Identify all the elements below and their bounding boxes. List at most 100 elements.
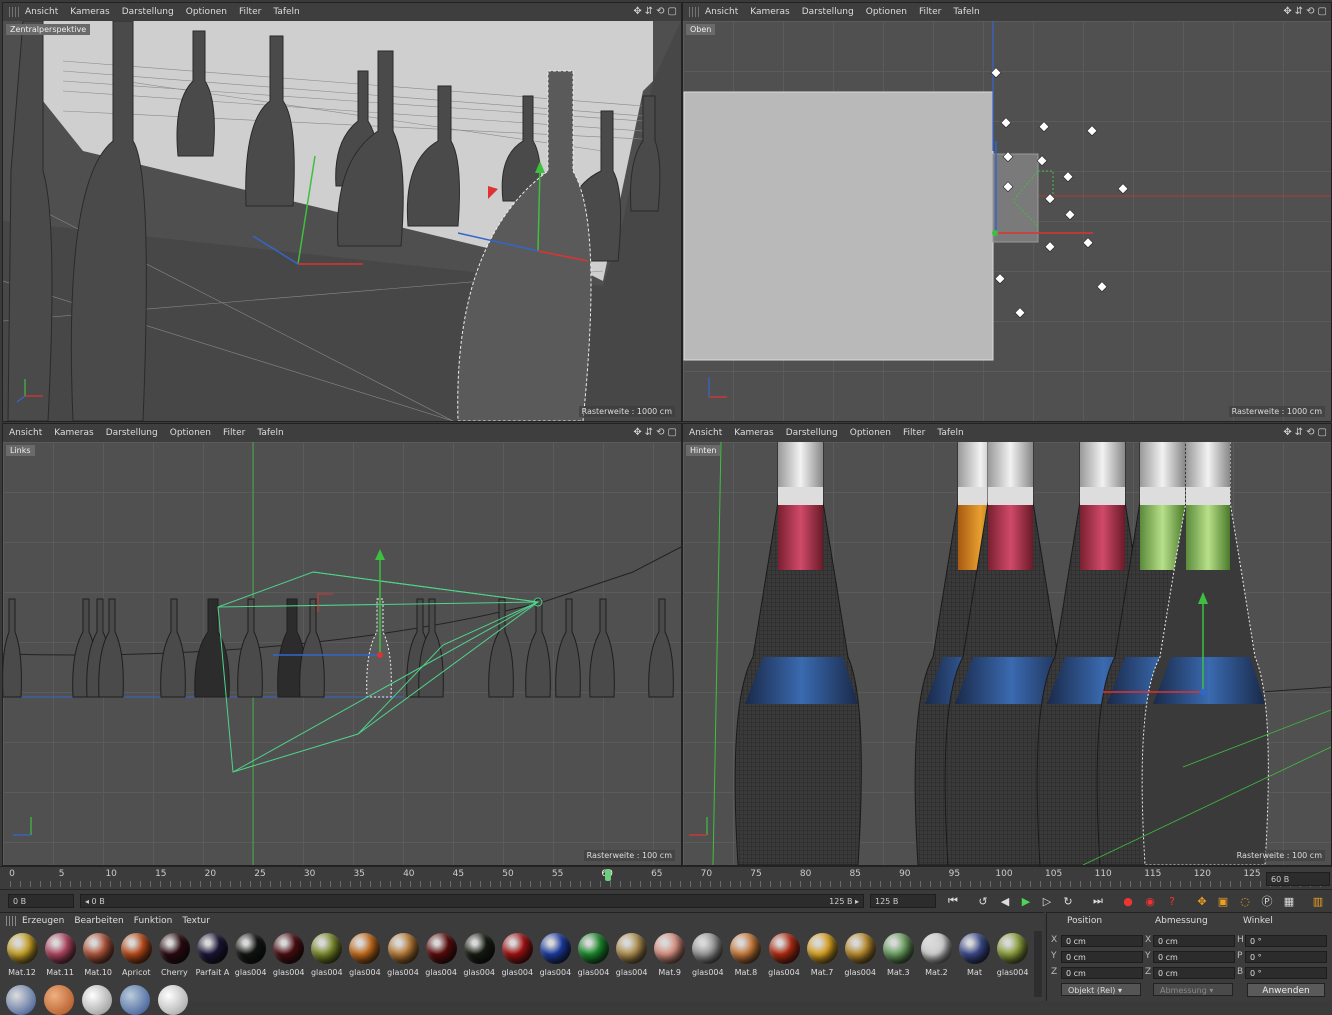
rotation-b-field[interactable]: 0 ° xyxy=(1245,967,1327,979)
material-swatch[interactable]: Mat.3 xyxy=(880,933,916,989)
viewport-left[interactable]: Ansicht Kameras Darstellung Optionen Fil… xyxy=(2,423,682,866)
size-z-field[interactable]: 0 cm xyxy=(1153,967,1235,979)
viewport-back[interactable]: Ansicht Kameras Darstellung Optionen Fil… xyxy=(682,423,1332,866)
scale-key-icon[interactable]: ▣ xyxy=(1215,893,1231,909)
material-swatch[interactable]: Apricot xyxy=(118,933,154,989)
goto-end-icon[interactable]: ⏭ xyxy=(1090,893,1106,909)
menu-bearbeiten[interactable]: Bearbeiten xyxy=(74,916,123,926)
grip-icon[interactable] xyxy=(6,916,16,926)
menu-ansicht[interactable]: Ansicht xyxy=(689,428,722,438)
material-swatch[interactable]: glas004 xyxy=(461,933,497,989)
menu-filter[interactable]: Filter xyxy=(223,428,245,438)
zoom-view-icon[interactable]: ⇵ xyxy=(645,427,653,438)
material-swatch[interactable]: Mat.10 xyxy=(80,933,116,989)
menu-tafeln[interactable]: Tafeln xyxy=(937,428,963,438)
material-swatch[interactable]: glas004 xyxy=(347,933,383,989)
move-view-icon[interactable]: ✥ xyxy=(1283,427,1291,438)
menu-darstellung[interactable]: Darstellung xyxy=(106,428,158,438)
material-swatch[interactable]: glas004 xyxy=(614,933,650,989)
material-swatch[interactable]: glas004 xyxy=(537,933,573,989)
material-scrollbar[interactable] xyxy=(1034,931,1042,997)
rotation-p-field[interactable]: 0 ° xyxy=(1245,951,1327,963)
material-swatch[interactable]: glas004 xyxy=(766,933,802,989)
material-swatch[interactable]: glas004 xyxy=(423,933,459,989)
menu-darstellung[interactable]: Darstellung xyxy=(802,7,854,17)
position-z-field[interactable]: 0 cm xyxy=(1061,967,1143,979)
menu-tafeln[interactable]: Tafeln xyxy=(257,428,283,438)
rotation-h-field[interactable]: 0 ° xyxy=(1245,935,1327,947)
frame-range-slider[interactable]: ◂ 0 B 125 B ▸ xyxy=(80,894,864,908)
rotate-view-icon[interactable]: ⟲ xyxy=(656,427,664,438)
menu-optionen[interactable]: Optionen xyxy=(170,428,211,438)
material-swatch[interactable]: Mat.12 xyxy=(4,933,40,989)
menu-funktion[interactable]: Funktion xyxy=(134,916,173,926)
loop-icon[interactable]: ↺ xyxy=(975,893,991,909)
material-preview[interactable] xyxy=(44,985,74,1015)
menu-tafeln[interactable]: Tafeln xyxy=(953,7,979,17)
menu-textur[interactable]: Textur xyxy=(182,916,210,926)
timeline-ruler[interactable] xyxy=(10,881,1324,887)
move-view-icon[interactable]: ✥ xyxy=(633,6,641,17)
move-view-icon[interactable]: ✥ xyxy=(1283,6,1291,17)
menu-ansicht[interactable]: Ansicht xyxy=(9,428,42,438)
move-view-icon[interactable]: ✥ xyxy=(633,427,641,438)
material-swatch[interactable]: glas004 xyxy=(576,933,612,989)
keyframe-record-icon[interactable]: ● xyxy=(1120,893,1136,909)
material-swatch[interactable]: glas004 xyxy=(842,933,878,989)
size-y-field[interactable]: 0 cm xyxy=(1153,951,1235,963)
material-swatch[interactable]: Mat.8 xyxy=(728,933,764,989)
maximize-view-icon[interactable]: ▢ xyxy=(668,427,677,438)
timeline-playhead[interactable] xyxy=(605,869,611,881)
size-mode-dropdown[interactable]: Abmessung ▾ xyxy=(1153,983,1233,996)
material-swatch[interactable]: glas004 xyxy=(271,933,307,989)
menu-darstellung[interactable]: Darstellung xyxy=(786,428,838,438)
rotate-view-icon[interactable]: ⟲ xyxy=(656,6,664,17)
menu-filter[interactable]: Filter xyxy=(919,7,941,17)
menu-erzeugen[interactable]: Erzeugen xyxy=(22,916,64,926)
menu-optionen[interactable]: Optionen xyxy=(850,428,891,438)
coordinate-mode-dropdown[interactable]: Objekt (Rel) ▾ xyxy=(1061,983,1141,996)
goto-start-icon[interactable]: ⏮ xyxy=(945,893,961,909)
record-loop-icon[interactable]: ↻ xyxy=(1060,893,1076,909)
rotate-view-icon[interactable]: ⟲ xyxy=(1306,6,1314,17)
position-y-field[interactable]: 0 cm xyxy=(1061,951,1143,963)
material-swatch[interactable]: glas004 xyxy=(690,933,726,989)
viewport-top[interactable]: Ansicht Kameras Darstellung Optionen Fil… xyxy=(682,2,1332,422)
timeline[interactable]: 0510152025303540455055606570758085909510… xyxy=(0,866,1332,889)
material-swatch[interactable]: Cherry xyxy=(156,933,192,989)
menu-ansicht[interactable]: Ansicht xyxy=(25,7,58,17)
fps-field[interactable]: 60 B xyxy=(1266,872,1330,886)
menu-kameras[interactable]: Kameras xyxy=(734,428,773,438)
material-swatch[interactable]: glas004 xyxy=(995,933,1031,989)
rotate-key-icon[interactable]: ◌ xyxy=(1237,893,1253,909)
material-preview[interactable] xyxy=(82,985,112,1015)
viewport-canvas[interactable]: Links Rasterweite : 100 cm xyxy=(3,442,681,865)
step-forward-icon[interactable]: ▷ xyxy=(1039,893,1055,909)
material-swatch[interactable]: Mat xyxy=(957,933,993,989)
timeline-window-icon[interactable]: ▥ xyxy=(1310,893,1326,909)
material-swatch[interactable]: Parfait A xyxy=(195,933,231,989)
material-swatch[interactable]: glas004 xyxy=(309,933,345,989)
grip-icon[interactable] xyxy=(9,7,19,17)
menu-filter[interactable]: Filter xyxy=(903,428,925,438)
zoom-view-icon[interactable]: ⇵ xyxy=(645,6,653,17)
material-swatch[interactable]: Mat.7 xyxy=(804,933,840,989)
maximize-view-icon[interactable]: ▢ xyxy=(1318,6,1327,17)
material-swatch[interactable]: glas004 xyxy=(499,933,535,989)
viewport-canvas[interactable]: Oben Rasterweite : 1000 cm xyxy=(683,21,1331,421)
help-key-icon[interactable]: ? xyxy=(1164,893,1180,909)
move-key-icon[interactable]: ✥ xyxy=(1194,893,1210,909)
material-swatch[interactable]: glas004 xyxy=(233,933,269,989)
menu-filter[interactable]: Filter xyxy=(239,7,261,17)
position-x-field[interactable]: 0 cm xyxy=(1061,935,1143,947)
menu-kameras[interactable]: Kameras xyxy=(54,428,93,438)
menu-darstellung[interactable]: Darstellung xyxy=(122,7,174,17)
param-key-icon[interactable]: Ⓟ xyxy=(1259,893,1275,909)
step-back-icon[interactable]: ◀ xyxy=(997,893,1013,909)
start-frame-field[interactable]: 0 B xyxy=(8,894,74,908)
material-swatch[interactable]: Mat.9 xyxy=(652,933,688,989)
menu-optionen[interactable]: Optionen xyxy=(866,7,907,17)
viewport-perspective[interactable]: Ansicht Kameras Darstellung Optionen Fil… xyxy=(2,2,682,422)
zoom-view-icon[interactable]: ⇵ xyxy=(1295,427,1303,438)
pla-key-icon[interactable]: ▦ xyxy=(1281,893,1297,909)
